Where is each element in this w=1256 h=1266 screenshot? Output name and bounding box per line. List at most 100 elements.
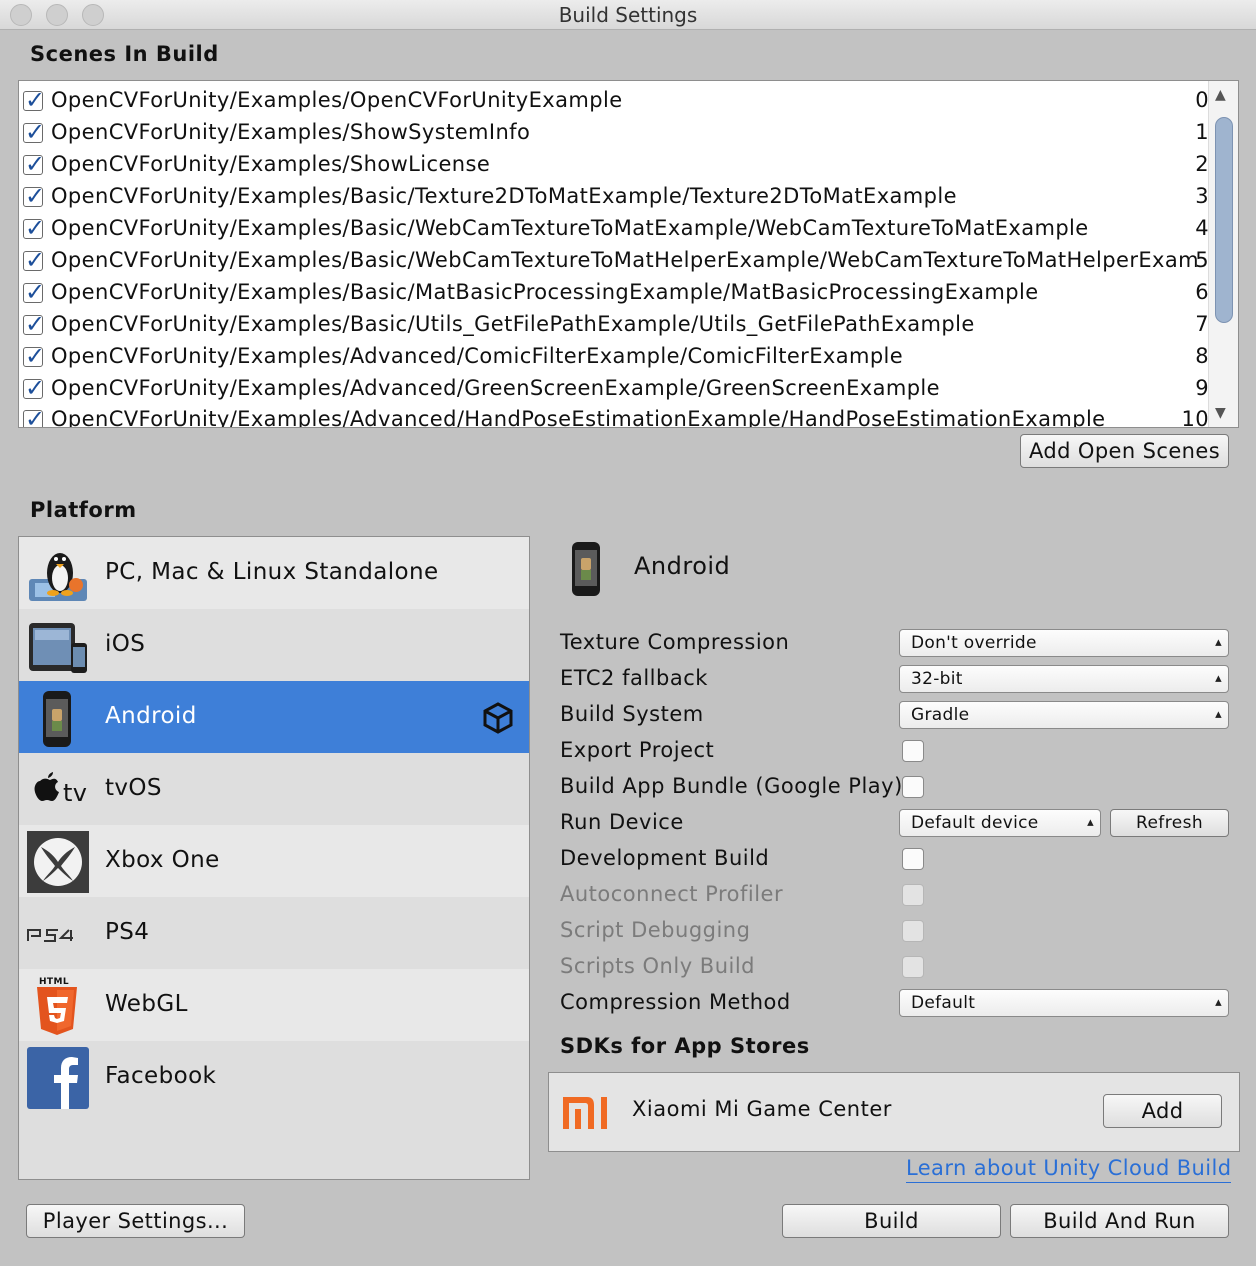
scene-index: 6 [1195, 280, 1209, 304]
platform-item-ios[interactable]: iOS [19, 609, 529, 681]
export-project-checkbox[interactable] [902, 740, 924, 762]
texture-compression-value: Don't override [911, 633, 1037, 653]
scene-list-scrollbar[interactable]: ▲ ▼ [1208, 81, 1238, 427]
platform-item-webgl[interactable]: HTML WebGL [19, 969, 529, 1041]
platform-label-webgl: WebGL [105, 991, 188, 1017]
sdk-name: Xiaomi Mi Game Center [632, 1097, 892, 1121]
platform-label-xbox: Xbox One [105, 847, 220, 873]
title-bar: Build Settings [0, 0, 1256, 30]
sdk-add-button[interactable]: Add [1103, 1094, 1222, 1128]
scene-row[interactable]: OpenCVForUnity/Examples/Basic/MatBasicPr… [19, 276, 1209, 308]
platform-list[interactable]: PC, Mac & Linux Standalone iOS Android t… [18, 536, 530, 1180]
scene-checkbox[interactable] [23, 308, 46, 340]
scene-row[interactable]: OpenCVForUnity/Examples/Basic/WebCamText… [19, 212, 1209, 244]
refresh-button[interactable]: Refresh [1110, 809, 1229, 837]
dropdown-arrows-icon: ▴ [1215, 995, 1222, 1010]
scene-checkbox[interactable] [23, 276, 46, 308]
scene-path: OpenCVForUnity/Examples/Advanced/HandPos… [51, 407, 1106, 428]
scene-row[interactable]: OpenCVForUnity/Examples/ShowLicense 2 [19, 148, 1209, 180]
scene-row[interactable]: OpenCVForUnity/Examples/Advanced/ComicFi… [19, 340, 1209, 372]
platform-item-xbox[interactable]: Xbox One [19, 825, 529, 897]
run-device-label: Run Device [560, 810, 684, 834]
scene-checkbox[interactable] [23, 212, 46, 244]
scene-row[interactable]: OpenCVForUnity/Examples/Basic/Texture2DT… [19, 180, 1209, 212]
build-system-value: Gradle [911, 705, 970, 725]
scene-row[interactable]: OpenCVForUnity/Examples/Advanced/HandPos… [19, 403, 1209, 428]
scroll-up-arrow-icon[interactable]: ▲ [1215, 87, 1226, 103]
add-open-scenes-button[interactable]: Add Open Scenes [1020, 434, 1229, 468]
dropdown-arrows-icon: ▴ [1215, 707, 1222, 722]
scene-row[interactable]: OpenCVForUnity/Examples/Basic/WebCamText… [19, 244, 1209, 276]
compression-method-dropdown[interactable]: Default ▴ [899, 989, 1229, 1017]
scene-path: OpenCVForUnity/Examples/Advanced/GreenSc… [51, 376, 940, 400]
scripts-only-build-checkbox[interactable] [902, 956, 924, 978]
player-settings-button[interactable]: Player Settings... [26, 1204, 245, 1238]
scene-checkbox[interactable] [23, 340, 46, 372]
platform-label-ios: iOS [105, 631, 146, 657]
platform-item-tvos[interactable]: tv tvOS [19, 753, 529, 825]
texture-compression-dropdown[interactable]: Don't override ▴ [899, 629, 1229, 657]
scene-index: 1 [1195, 120, 1209, 144]
scene-checkbox[interactable] [23, 403, 46, 427]
scroll-down-arrow-icon[interactable]: ▼ [1215, 405, 1226, 421]
etc2-fallback-value: 32-bit [911, 669, 963, 689]
scene-list[interactable]: OpenCVForUnity/Examples/OpenCVForUnityEx… [18, 80, 1239, 428]
ps4-icon [27, 929, 73, 942]
scene-path: OpenCVForUnity/Examples/Basic/WebCamText… [51, 216, 1089, 240]
xiaomi-mi-logo-icon [563, 1097, 607, 1129]
platform-label-tvos: tvOS [105, 775, 162, 801]
compression-method-label: Compression Method [560, 990, 791, 1014]
scene-checkbox[interactable] [23, 116, 46, 148]
scene-row[interactable]: OpenCVForUnity/Examples/OpenCVForUnityEx… [19, 84, 1209, 116]
scene-row[interactable]: OpenCVForUnity/Examples/Advanced/GreenSc… [19, 372, 1209, 404]
scene-path: OpenCVForUnity/Examples/Advanced/ComicFi… [51, 344, 904, 368]
scene-row[interactable]: OpenCVForUnity/Examples/Basic/Utils_GetF… [19, 308, 1209, 340]
android-phone-icon [43, 691, 71, 747]
dropdown-arrows-icon: ▴ [1215, 635, 1222, 650]
scene-index: 8 [1195, 344, 1209, 368]
etc2-fallback-dropdown[interactable]: 32-bit ▴ [899, 665, 1229, 693]
scene-path: OpenCVForUnity/Examples/Basic/MatBasicPr… [51, 280, 1039, 304]
export-project-label: Export Project [560, 738, 715, 762]
etc2-fallback-label: ETC2 fallback [560, 666, 708, 690]
platform-label-facebook: Facebook [105, 1063, 217, 1089]
scene-checkbox[interactable] [23, 148, 46, 180]
platform-item-facebook[interactable]: Facebook [19, 1041, 529, 1113]
scene-checkbox[interactable] [23, 372, 46, 404]
run-device-dropdown[interactable]: Default device ▴ [899, 809, 1101, 837]
scene-index: 10 [1181, 407, 1209, 428]
scene-path: OpenCVForUnity/Examples/Basic/WebCamText… [51, 248, 1199, 272]
facebook-icon [27, 1047, 89, 1109]
scene-path: OpenCVForUnity/Examples/OpenCVForUnityEx… [51, 88, 623, 112]
scene-checkbox[interactable] [23, 84, 46, 116]
scripts-only-build-label: Scripts Only Build [560, 954, 756, 978]
learn-cloud-build-link[interactable]: Learn about Unity Cloud Build [906, 1154, 1232, 1183]
platform-item-standalone[interactable]: PC, Mac & Linux Standalone [19, 537, 529, 609]
svg-text:tv: tv [63, 779, 87, 807]
autoconnect-profiler-label: Autoconnect Profiler [560, 882, 784, 906]
build-app-bundle-checkbox[interactable] [902, 776, 924, 798]
build-button[interactable]: Build [782, 1204, 1001, 1238]
scene-row[interactable]: OpenCVForUnity/Examples/ShowSystemInfo 1 [19, 116, 1209, 148]
scene-checkbox[interactable] [23, 180, 46, 212]
scene-checkbox[interactable] [23, 244, 46, 276]
autoconnect-profiler-checkbox[interactable] [902, 884, 924, 906]
scene-index: 3 [1195, 184, 1209, 208]
platform-label-android: Android [105, 703, 197, 729]
scene-index: 7 [1195, 312, 1209, 336]
scene-path: OpenCVForUnity/Examples/Basic/Utils_GetF… [51, 312, 975, 336]
linux-penguin-icon [29, 553, 87, 601]
scene-index: 5 [1195, 248, 1209, 272]
platform-item-android[interactable]: Android [19, 681, 529, 753]
script-debugging-checkbox[interactable] [902, 920, 924, 942]
build-app-bundle-label: Build App Bundle (Google Play) [560, 774, 903, 798]
scroll-thumb[interactable] [1215, 117, 1233, 323]
dropdown-arrows-icon: ▴ [1087, 815, 1094, 830]
development-build-label: Development Build [560, 846, 770, 870]
build-and-run-button[interactable]: Build And Run [1010, 1204, 1229, 1238]
platform-item-ps4[interactable]: PS4 [19, 897, 529, 969]
build-system-dropdown[interactable]: Gradle ▴ [899, 701, 1229, 729]
development-build-checkbox[interactable] [902, 848, 924, 870]
script-debugging-label: Script Debugging [560, 918, 751, 942]
html5-icon: HTML [37, 977, 77, 1035]
